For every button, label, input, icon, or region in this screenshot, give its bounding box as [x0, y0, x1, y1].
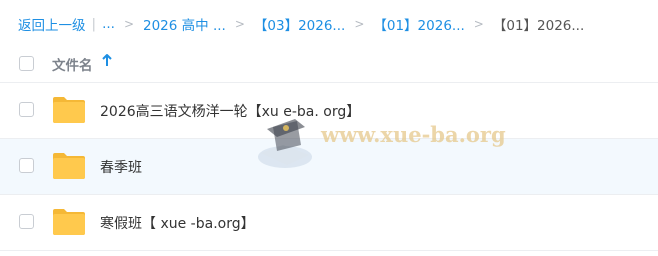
- chevron-right-icon: >: [473, 17, 484, 31]
- file-row[interactable]: 春季班: [0, 139, 658, 195]
- sort-ascending-icon[interactable]: [101, 53, 113, 69]
- breadcrumb-item[interactable]: 2026 高中 ...: [143, 14, 226, 34]
- file-row[interactable]: 寒假班【 xue -ba.org】: [0, 195, 658, 251]
- folder-icon: [53, 97, 85, 123]
- file-row[interactable]: 2026高三语文杨洋一轮【xu e-ba. org】: [0, 83, 658, 139]
- column-header-name[interactable]: 文件名: [52, 54, 93, 74]
- breadcrumb-current: 【01】2026...: [492, 18, 585, 34]
- select-all-checkbox[interactable]: [19, 56, 34, 71]
- chevron-right-icon: >: [354, 17, 365, 31]
- folder-icon: [53, 209, 85, 235]
- breadcrumb-divider: |: [91, 16, 97, 32]
- breadcrumb-item[interactable]: 【01】2026...: [373, 14, 464, 34]
- file-name[interactable]: 寒假班【 xue -ba.org】: [100, 213, 255, 233]
- chevron-right-icon: >: [123, 17, 134, 31]
- breadcrumb: 返回上一级 | ... > 2026 高中 ... > 【03】2026... …: [18, 13, 584, 35]
- folder-icon: [53, 153, 85, 179]
- row-checkbox[interactable]: [19, 158, 34, 173]
- breadcrumb-back-link[interactable]: 返回上一级: [18, 14, 86, 34]
- file-name[interactable]: 2026高三语文杨洋一轮【xu e-ba. org】: [100, 101, 360, 121]
- chevron-right-icon: >: [234, 17, 245, 31]
- breadcrumb-ellipsis[interactable]: ...: [102, 16, 115, 32]
- row-checkbox[interactable]: [19, 214, 34, 229]
- file-list-header: 文件名: [0, 44, 658, 83]
- breadcrumb-item[interactable]: 【03】2026...: [254, 14, 345, 34]
- file-name[interactable]: 春季班: [100, 157, 142, 177]
- row-checkbox[interactable]: [19, 102, 34, 117]
